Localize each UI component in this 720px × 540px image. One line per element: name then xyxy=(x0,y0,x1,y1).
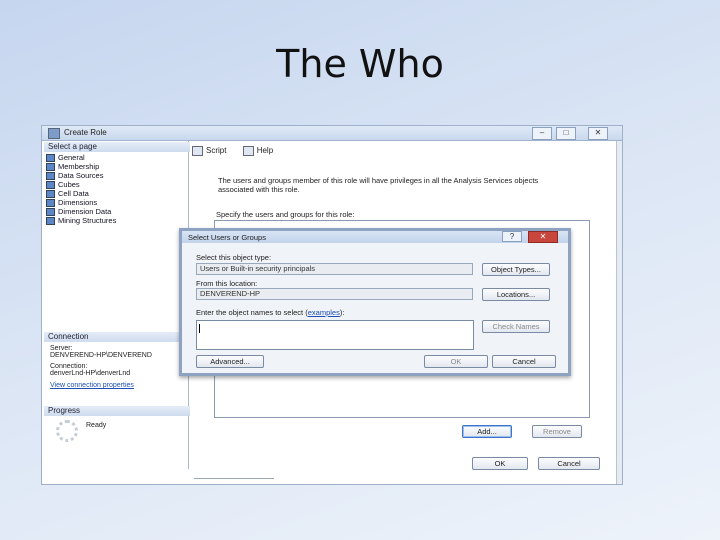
dialog-help-button[interactable]: ? xyxy=(502,231,522,242)
view-connection-properties-link[interactable]: View connection properties xyxy=(50,382,134,389)
page-icon xyxy=(46,190,55,199)
object-types-button[interactable]: Object Types... xyxy=(482,263,550,276)
role-description: The users and groups member of this role… xyxy=(218,176,539,194)
page-icon xyxy=(46,181,55,190)
examples-link[interactable]: examples xyxy=(308,308,340,317)
page-icon xyxy=(46,172,55,181)
object-type-label: Select this object type: xyxy=(196,253,272,262)
dialog-titlebar: Select Users or Groups ? ✕ xyxy=(182,231,568,243)
page-item-data-sources[interactable]: Data Sources xyxy=(46,171,103,181)
dialog-cancel-button[interactable]: Cancel xyxy=(492,355,556,368)
maximize-button[interactable]: □ xyxy=(556,127,576,140)
ok-button[interactable]: OK xyxy=(472,457,528,470)
dialog-close-button[interactable]: ✕ xyxy=(528,231,558,243)
cancel-button[interactable]: Cancel xyxy=(538,457,600,470)
select-page-header: Select a page xyxy=(44,142,190,152)
page-icon xyxy=(46,163,55,172)
script-icon xyxy=(192,146,203,156)
page-item-membership[interactable]: Membership xyxy=(46,162,99,172)
page-item-dimensions[interactable]: Dimensions xyxy=(46,198,97,208)
page-icon xyxy=(46,199,55,208)
page-item-cell-data[interactable]: Cell Data xyxy=(46,189,89,199)
page-icon xyxy=(46,154,55,163)
location-field: DENVEREND-HP xyxy=(196,288,473,300)
page-item-cubes[interactable]: Cubes xyxy=(46,180,80,190)
remove-button[interactable]: Remove xyxy=(532,425,582,438)
location-label: From this location: xyxy=(196,279,258,288)
progress-header: Progress xyxy=(44,406,190,416)
add-button[interactable]: Add... xyxy=(462,425,512,438)
connection-value: denverLnd-HP\denverLnd xyxy=(50,370,131,377)
check-names-button[interactable]: Check Names xyxy=(482,320,550,333)
close-window-button[interactable]: ✕ xyxy=(588,127,608,140)
window-title: Create Role xyxy=(64,128,107,137)
slide-title: The Who xyxy=(276,42,444,86)
dialog-title: Select Users or Groups xyxy=(188,233,266,242)
connection-label: Connection: xyxy=(50,363,88,370)
progress-status: Ready xyxy=(86,422,107,429)
minimize-button[interactable]: – xyxy=(532,127,552,140)
page-icon xyxy=(46,217,55,226)
window-titlebar: Create Role – □ ✕ xyxy=(42,126,622,141)
page-icon xyxy=(46,208,55,217)
dialog-ok-button[interactable]: OK xyxy=(424,355,488,368)
divider xyxy=(194,478,274,484)
page-item-dimension-data[interactable]: Dimension Data xyxy=(46,207,111,217)
toolbar: Script Help xyxy=(192,146,273,156)
server-value: DENVEREND-HP\DENVEREND xyxy=(50,352,152,359)
locations-button[interactable]: Locations... xyxy=(482,288,550,301)
server-label: Server: xyxy=(50,345,73,352)
progress-spinner-icon xyxy=(56,420,78,442)
help-button[interactable]: Help xyxy=(242,146,273,156)
help-icon xyxy=(242,146,254,156)
window-icon xyxy=(48,128,60,139)
object-names-label: Enter the object names to select (exampl… xyxy=(196,308,345,317)
window-edge xyxy=(616,141,622,484)
script-button[interactable]: Script xyxy=(192,146,226,156)
text-caret xyxy=(199,324,200,333)
object-type-field: Users or Built-in security principals xyxy=(196,263,473,275)
page-item-mining-structures[interactable]: Mining Structures xyxy=(46,216,116,226)
specify-users-label: Specify the users and groups for this ro… xyxy=(216,210,355,219)
select-users-dialog: Select Users or Groups ? ✕ Select this o… xyxy=(179,228,571,376)
connection-header: Connection xyxy=(44,332,190,342)
advanced-button[interactable]: Advanced... xyxy=(196,355,264,368)
page-item-general[interactable]: General xyxy=(46,153,85,163)
object-names-input[interactable] xyxy=(196,320,474,350)
screenshot-window: Create Role – □ ✕ Select a page General … xyxy=(42,126,622,484)
